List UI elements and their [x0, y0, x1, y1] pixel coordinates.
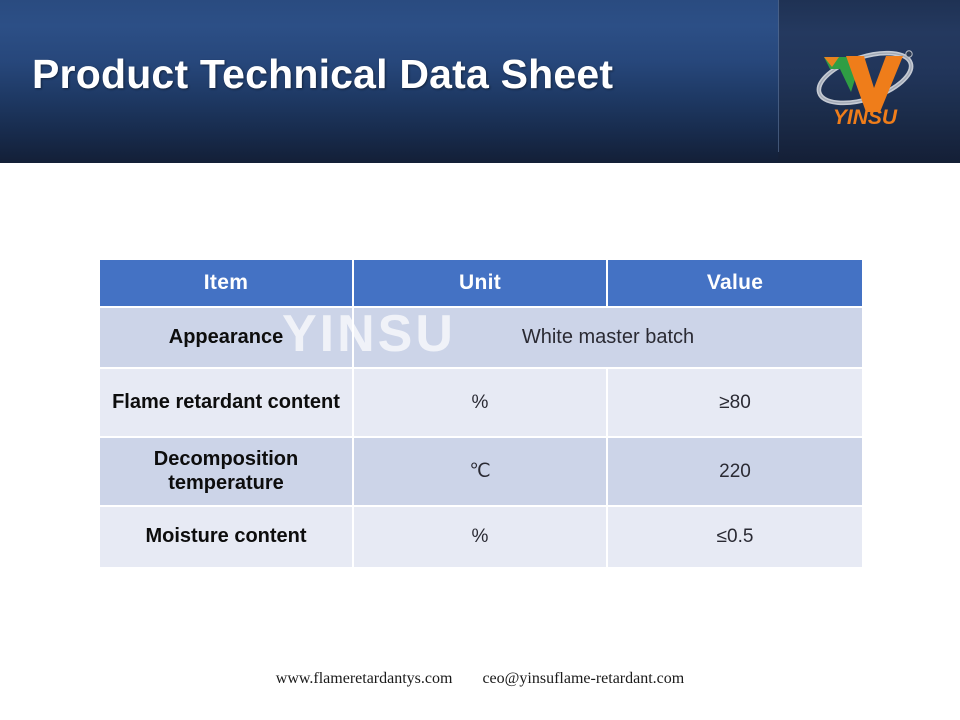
footer-website[interactable]: www.flameretardantys.com [276, 670, 453, 688]
table-row: Moisture content % ≤0.5 [100, 507, 862, 567]
cell-value-appearance: White master batch [354, 308, 862, 367]
cell-value-moisture-content: ≤0.5 [608, 507, 862, 567]
yinsu-logo-icon: YINSU [816, 50, 914, 128]
cell-item-decomposition-temperature: Decomposition temperature [100, 438, 352, 505]
cell-item-moisture-content: Moisture content [100, 507, 352, 567]
footer: www.flameretardantys.com ceo@yinsuflame-… [0, 670, 960, 688]
cell-value-decomposition-temperature: 220 [608, 438, 862, 505]
table-body: Appearance White master batch Flame reta… [100, 308, 862, 567]
cell-item-appearance: Appearance [100, 308, 352, 367]
logo-wordmark: YINSU [833, 106, 898, 128]
table-row: Flame retardant content % ≥80 [100, 369, 862, 436]
header-vertical-divider [778, 0, 779, 152]
footer-email[interactable]: ceo@yinsuflame-retardant.com [482, 670, 684, 688]
column-header-unit: Unit [354, 260, 606, 306]
cell-unit-flame-retardant-content: % [354, 369, 606, 436]
table-row: Decomposition temperature ℃ 220 [100, 438, 862, 505]
yinsu-logo: YINSU [806, 40, 924, 128]
table-row: Appearance White master batch [100, 308, 862, 367]
cell-item-flame-retardant-content: Flame retardant content [100, 369, 352, 436]
cell-value-flame-retardant-content: ≥80 [608, 369, 862, 436]
column-header-item: Item [100, 260, 352, 306]
table-header-row: Item Unit Value [100, 260, 862, 306]
cell-unit-decomposition-temperature: ℃ [354, 438, 606, 505]
header-banner: Product Technical Data Sheet YINSU [0, 0, 960, 163]
page-title: Product Technical Data Sheet [32, 51, 614, 97]
table-header: Item Unit Value [100, 260, 862, 306]
technical-data-table-wrapper: Item Unit Value Appearance White master … [98, 258, 862, 567]
column-header-value: Value [608, 260, 862, 306]
cell-unit-moisture-content: % [354, 507, 606, 567]
technical-data-table: Item Unit Value Appearance White master … [98, 258, 864, 569]
